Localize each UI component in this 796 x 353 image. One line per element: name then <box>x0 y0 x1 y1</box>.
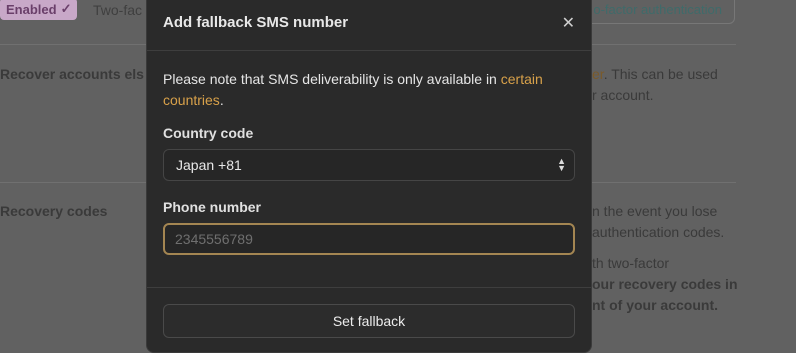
modal-footer: Set fallback <box>147 287 591 338</box>
country-code-value: Japan +81 <box>176 157 242 173</box>
sms-note-text: Please note that SMS deliverability is o… <box>163 71 501 87</box>
set-fallback-label: Set fallback <box>332 313 406 329</box>
recover-accounts-desc-2: r account. <box>592 87 654 103</box>
modal-header: Add fallback SMS number ✕ <box>147 0 591 51</box>
modal-body: Please note that SMS deliverability is o… <box>147 51 591 255</box>
select-arrows-icon: ▲ ▼ <box>557 156 566 173</box>
phone-number-label: Phone number <box>163 199 262 215</box>
phone-number-placeholder: 2345556789 <box>175 231 253 247</box>
two-factor-label: Two-fac <box>93 2 143 18</box>
recover-accounts-text: . This can be used <box>603 66 718 82</box>
recovery-codes-desc-4: our recovery codes in <box>592 276 738 292</box>
recovery-codes-desc-3: th two-factor <box>592 255 670 271</box>
sms-fallback-modal: Add fallback SMS number ✕ Please note th… <box>146 0 592 353</box>
phone-number-input[interactable]: 2345556789 <box>163 223 575 255</box>
sms-note: Please note that SMS deliverability is o… <box>163 69 575 111</box>
recovery-codes-heading: Recovery codes <box>0 203 108 219</box>
enabled-label: Enabled <box>6 1 57 17</box>
recovery-codes-desc-5: nt of your account. <box>592 297 718 313</box>
close-icon[interactable]: ✕ <box>562 13 575 33</box>
country-code-select[interactable]: Japan +81 ▲ ▼ <box>163 149 575 181</box>
country-code-label: Country code <box>163 125 254 141</box>
check-icon: ✓ <box>60 1 72 16</box>
two-factor-button-label: o-factor authentication <box>593 1 722 17</box>
recover-accounts-link[interactable]: er <box>592 66 604 82</box>
recover-accounts-heading: Recover accounts els <box>0 66 144 82</box>
recovery-codes-desc-1: n the event you lose <box>592 203 718 219</box>
set-fallback-button[interactable]: Set fallback <box>163 304 575 338</box>
sms-note-suffix: . <box>219 92 224 108</box>
enabled-badge: Enabled ✓ <box>0 0 78 20</box>
recovery-codes-desc-2: authentication codes. <box>592 224 725 240</box>
two-factor-button[interactable]: o-factor authentication <box>572 0 735 24</box>
modal-title: Add fallback SMS number <box>163 14 349 31</box>
recover-accounts-desc-1: er. This can be used <box>592 66 718 82</box>
